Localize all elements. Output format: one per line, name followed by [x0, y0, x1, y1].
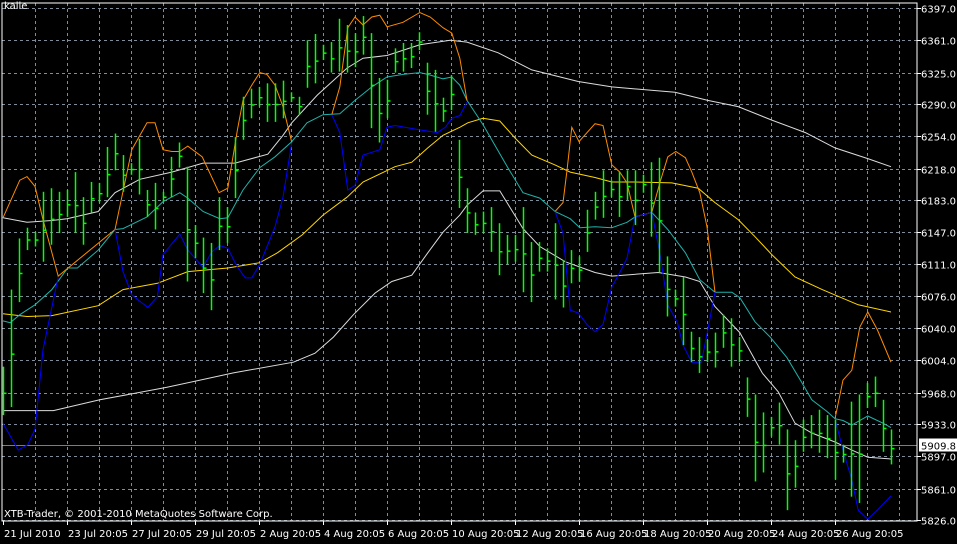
price-bars	[2, 16, 895, 511]
indicator-lines	[2, 11, 892, 520]
price-label: 6004.0	[921, 357, 956, 368]
price-label: 6147.0	[921, 229, 956, 240]
price-label: 6218.0	[921, 166, 956, 177]
price-label: 6040.0	[921, 325, 956, 336]
time-label: 18 Aug 20:05	[644, 529, 711, 540]
time-label: 4 Aug 20:05	[324, 529, 385, 540]
series-orange-line	[2, 72, 293, 277]
time-label: 23 Jul 20:05	[68, 529, 128, 540]
price-label: 6361.0	[921, 37, 956, 48]
price-label: 6076.0	[921, 293, 956, 304]
time-label: 6 Aug 20:05	[388, 529, 449, 540]
price-label: 6183.0	[921, 197, 956, 208]
time-label: 20 Aug 20:05	[708, 529, 775, 540]
current-price-label: 5909.8	[921, 442, 956, 453]
price-label: 6325.0	[921, 70, 956, 81]
time-label: 2 Aug 20:05	[260, 529, 321, 540]
price-label: 6111.0	[921, 261, 956, 272]
price-label: 5897.0	[921, 453, 956, 464]
price-label: 5933.0	[921, 421, 956, 432]
series-blue-line	[834, 418, 892, 520]
axes: 6397.0 6361.0 6325.0 6290.0 6254.0 6218.0 6183…	[1, 2, 957, 540]
price-label: 5861.0	[921, 486, 956, 497]
time-label: 29 Jul 20:05	[196, 529, 256, 540]
time-label: 27 Jul 20:05	[132, 529, 192, 540]
series-white-upper-line	[2, 39, 892, 223]
time-label: 10 Aug 20:05	[452, 529, 519, 540]
price-label: 5968.0	[921, 390, 956, 401]
price-label: 6254.0	[921, 133, 956, 144]
series-orange-line	[331, 11, 468, 115]
time-label: 24 Aug 20:05	[772, 529, 839, 540]
price-chart[interactable]: 6397.0 6361.0 6325.0 6290.0 6254.0 6218.0 6183…	[0, 0, 957, 544]
price-label: 5826.0	[921, 517, 956, 528]
copyright-text: XTB-Trader, © 2001-2010 MetaQuotes Softw…	[4, 509, 273, 520]
series-yellow-line	[2, 117, 892, 318]
price-label: 6290.0	[921, 101, 956, 112]
time-label: 16 Aug 20:05	[580, 529, 647, 540]
time-label: 12 Aug 20:05	[516, 529, 583, 540]
price-label: 6397.0	[921, 5, 956, 16]
time-label: 21 Jul 2010	[4, 529, 61, 540]
time-label: 26 Aug 20:05	[836, 529, 903, 540]
chart-symbol-label: kalle	[4, 1, 28, 12]
series-blue-line	[331, 101, 468, 191]
